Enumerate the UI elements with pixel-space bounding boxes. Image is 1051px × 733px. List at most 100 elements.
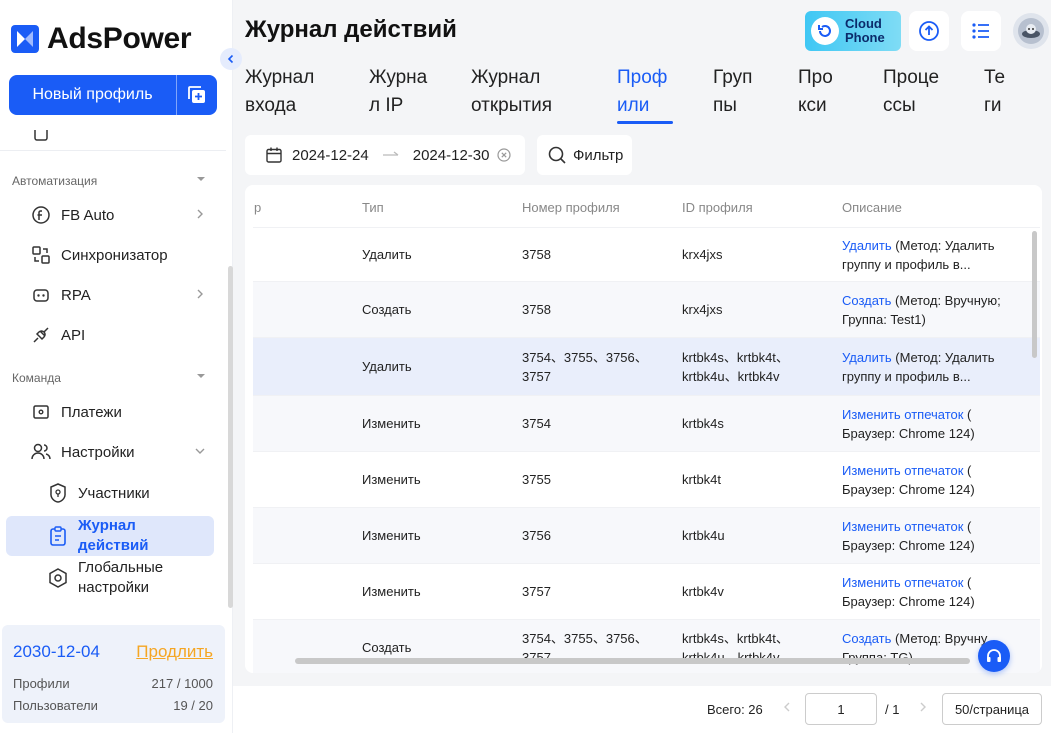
- type-cell: Изменить: [362, 528, 421, 543]
- users-usage: 19 / 20: [173, 698, 213, 713]
- chevron-right-icon: [197, 209, 203, 219]
- profiles-label: Профили: [13, 676, 70, 691]
- renew-link[interactable]: Продлить: [136, 642, 213, 662]
- description-action-link[interactable]: Создать: [842, 293, 891, 308]
- sidebar-item-api[interactable]: API: [30, 321, 210, 349]
- table-row[interactable]: Удалить 3758 krx4jxs Удалить (Метод: Удалит…: [253, 227, 1040, 281]
- shield-icon: [46, 481, 70, 505]
- description-action-link[interactable]: Изменить отпечаток: [842, 575, 963, 590]
- chevron-right-icon[interactable]: [916, 700, 930, 714]
- synchronizer-icon: [30, 244, 52, 266]
- fb-auto-icon: [30, 204, 52, 226]
- cloud-phone-line1: Cloud: [845, 16, 882, 31]
- sidebar-menu: Автоматизация FB Auto Синхронизатор RPA: [0, 130, 226, 620]
- column-header-profile-id: ID профиля: [682, 200, 753, 215]
- filter-button[interactable]: Фильтр: [537, 135, 632, 175]
- chevron-left-icon: [227, 54, 234, 64]
- cloud-phone-button[interactable]: Cloud Phone: [805, 11, 901, 51]
- sidebar-item-label: Участники: [78, 484, 150, 502]
- new-profile-button[interactable]: Новый профиль: [9, 75, 217, 115]
- profile-number-cell: 3757: [522, 584, 551, 599]
- table-row[interactable]: Изменить 3757 krtbk4v Изменить отпечаток (Б…: [253, 563, 1040, 619]
- chevron-down-icon: [195, 448, 205, 454]
- table-row[interactable]: Создать 3758 krx4jxs Создать (Метод: Вручну…: [253, 281, 1040, 337]
- users-icon: [30, 441, 52, 463]
- table-row[interactable]: Удалить 3754、3755、3756、 3757 krtbk4s、krtbk4…: [253, 337, 1040, 395]
- profile-id-cell: krtbk4v: [682, 584, 724, 599]
- table-horizontal-scrollbar[interactable]: [295, 658, 970, 664]
- table-vertical-scrollbar[interactable]: [1032, 231, 1037, 358]
- sidebar-item-rpa[interactable]: RPA: [30, 281, 210, 309]
- section-team[interactable]: Команда: [12, 371, 206, 385]
- description-cell: Изменить отпечаток (Браузер: Chrome 124): [842, 575, 975, 609]
- date-from[interactable]: 2024-12-24: [292, 147, 369, 164]
- profile-number-cell: 3756: [522, 528, 551, 543]
- profile-id-cell: krtbk4u: [682, 528, 725, 543]
- update-button[interactable]: [909, 11, 949, 51]
- description-cell: Удалить (Метод: Удалить группу и профиль …: [842, 238, 995, 272]
- sidebar-item-payments[interactable]: Платежи: [30, 398, 210, 426]
- sidebar-item-label: Журнал действий: [78, 517, 149, 554]
- table-row[interactable]: Изменить 3755 krtbk4t Изменить отпечаток (Б…: [253, 451, 1040, 507]
- partial-item-icon: [30, 130, 52, 145]
- gear-hex-icon: [46, 566, 70, 590]
- type-cell: Удалить: [362, 359, 412, 374]
- sidebar-item-label: Настройки: [61, 443, 135, 461]
- date-range-picker[interactable]: 2024-12-24 2024-12-30: [245, 135, 525, 175]
- type-cell: Создать: [362, 302, 412, 317]
- new-profile-label[interactable]: Новый профиль: [9, 75, 177, 115]
- profile-number-cell: 3755: [522, 472, 551, 487]
- type-cell: Изменить: [362, 472, 421, 487]
- tab-proxies[interactable]: Про кси: [798, 64, 833, 120]
- user-avatar[interactable]: [1013, 13, 1049, 49]
- tab-open-log[interactable]: Журнал открытия: [471, 64, 552, 120]
- description-action-link[interactable]: Изменить отпечаток: [842, 519, 963, 534]
- description-action-link[interactable]: Изменить отпечаток: [842, 463, 963, 478]
- subscription-card: 2030-12-04 Продлить Профили 217 / 1000 П…: [2, 625, 225, 723]
- table-row[interactable]: Изменить 3756 krtbk4u Изменить отпечаток (Б…: [253, 507, 1040, 563]
- sidebar-item-action-log[interactable]: Журнал действий: [46, 516, 206, 556]
- tab-profiles[interactable]: Проф или: [617, 64, 667, 120]
- support-chat-button[interactable]: [978, 640, 1010, 672]
- main-content: Журнал действий Cloud Phone Журнал входа …: [233, 0, 1051, 733]
- description-action-link[interactable]: Удалить: [842, 350, 892, 365]
- table-row[interactable]: Изменить 3754 krtbk4s Изменить отпечаток (Б…: [253, 395, 1040, 451]
- collapse-sidebar-button[interactable]: [220, 48, 242, 70]
- sidebar-item-members[interactable]: Участники: [46, 481, 206, 505]
- table-row[interactable]: Создать3754、3755、3756、3757krtbk4s、krtbk4…: [253, 619, 1040, 673]
- sidebar-item-fb-auto[interactable]: FB Auto: [30, 201, 210, 229]
- clear-icon[interactable]: [497, 148, 512, 162]
- sidebar-item-partial[interactable]: [30, 130, 210, 148]
- tab-ip-log[interactable]: Журна л IP: [369, 64, 427, 120]
- description-action-link[interactable]: Создать: [842, 631, 891, 646]
- description-action-link[interactable]: Изменить отпечаток: [842, 407, 963, 422]
- section-automation[interactable]: Автоматизация: [12, 174, 206, 188]
- section-team-label: Команда: [12, 371, 61, 385]
- profile-id-cell: krtbk4t: [682, 472, 722, 487]
- profiles-usage: 217 / 1000: [151, 676, 213, 691]
- tab-processes[interactable]: Проце ссы: [883, 64, 939, 120]
- caret-down-icon: [197, 177, 205, 181]
- rpa-robot-icon: [30, 284, 52, 306]
- date-to[interactable]: 2024-12-30: [413, 147, 490, 164]
- page-size-select[interactable]: 50/страница: [942, 693, 1042, 725]
- tab-login-log[interactable]: Журнал входа: [245, 64, 314, 120]
- page-number-input[interactable]: [805, 693, 877, 725]
- sidebar-item-settings[interactable]: Настройки: [30, 438, 210, 466]
- wallet-icon: [30, 401, 52, 423]
- profile-number-cell: 3754: [522, 416, 551, 431]
- chevron-left-icon[interactable]: [780, 700, 794, 714]
- logo[interactable]: AdsPower: [11, 22, 192, 56]
- sidebar-item-global-settings[interactable]: Глобальные настройки: [46, 558, 206, 598]
- tab-tags[interactable]: Те ги: [984, 64, 1005, 120]
- task-list-button[interactable]: [961, 11, 1001, 51]
- description-action-link[interactable]: Удалить: [842, 238, 892, 253]
- clipboard-icon: [46, 524, 70, 548]
- description-cell: Создать (Метод: Вручную; Группа: Test1): [842, 293, 1001, 327]
- batch-add-button[interactable]: [177, 75, 217, 115]
- sidebar-item-synchronizer[interactable]: Синхронизатор: [30, 241, 210, 269]
- profile-id-cell: krtbk4s: [682, 416, 724, 431]
- tab-groups[interactable]: Груп пы: [713, 64, 752, 120]
- tab-bar: Журнал входа Журна л IP Журнал открытия Про…: [233, 64, 1051, 126]
- expire-date: 2030-12-04: [13, 642, 100, 661]
